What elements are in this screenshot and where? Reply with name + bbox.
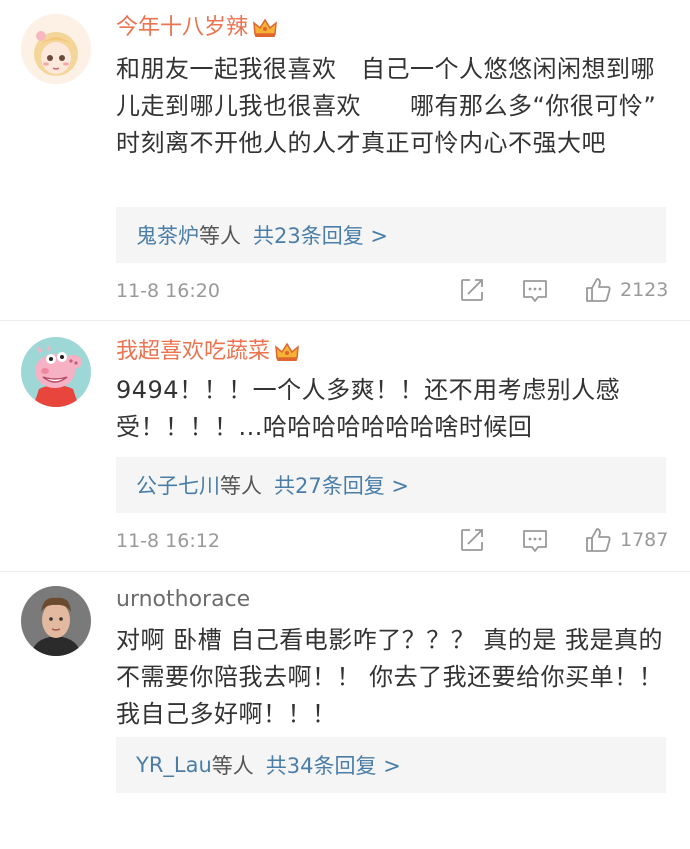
anime-girl-avatar-icon <box>21 14 91 84</box>
username-text[interactable]: urnothorace <box>116 586 250 614</box>
like-button[interactable]: 2123 <box>584 276 668 304</box>
comment-text: 9494！！！一个人多爽！！还不用考虑别人感受！！！！...哈哈哈哈哈哈哈啥时候… <box>116 376 621 441</box>
share-icon[interactable] <box>458 276 486 304</box>
reply-users-suffix: 等人 <box>199 224 241 248</box>
reply-count-link[interactable]: 共34条回复 > <box>266 750 401 780</box>
comment-text: 对啊 卧槽 自己看电影咋了？？？ 真的是 我是真的不需要你陪我去啊！！ 你去了我… <box>116 626 664 728</box>
comment-item: 我超喜欢吃蔬菜 9494！！！一个人多爽！！还不用考虑别人感受！！！！...哈哈… <box>0 321 690 572</box>
thumbs-up-icon[interactable] <box>584 276 612 304</box>
reply-summary[interactable]: YR_Lau 等人 共34条回复 > <box>116 737 666 793</box>
avatar[interactable] <box>21 337 91 407</box>
like-button[interactable]: 1787 <box>584 526 668 554</box>
reply-users-suffix: 等人 <box>220 474 262 498</box>
reply-count-link[interactable]: 共27条回复 > <box>274 470 409 500</box>
thumbs-up-icon[interactable] <box>584 526 612 554</box>
like-count: 2123 <box>620 279 669 301</box>
comment-item: 今年十八岁辣 和朋友一起我很喜欢 自己一个人悠悠闲闲想到哪儿走到哪儿我也很喜欢 … <box>0 0 690 321</box>
reply-summary[interactable]: 公子七川 等人 共27条回复 > <box>116 457 666 513</box>
username[interactable]: urnothorace <box>116 586 250 614</box>
portrait-avatar-icon <box>21 586 91 656</box>
comment-icon[interactable] <box>521 277 549 305</box>
reply-users[interactable]: 鬼茶炉 <box>136 220 199 250</box>
comment-icon[interactable] <box>521 527 549 555</box>
username[interactable]: 今年十八岁辣 <box>116 14 278 42</box>
username[interactable]: 我超喜欢吃蔬菜 <box>116 338 300 366</box>
comment-item: urnothorace 对啊 卧槽 自己看电影咋了？？？ 真的是 我是真的不需要… <box>0 572 690 849</box>
share-icon[interactable] <box>458 526 486 554</box>
reply-users-suffix: 等人 <box>211 754 254 778</box>
comment-footer: 11-8 16:12 1787 <box>116 526 668 556</box>
reply-summary[interactable]: 鬼茶炉 等人 共23条回复 > <box>116 207 666 263</box>
avatar[interactable] <box>21 14 91 84</box>
reply-count-link[interactable]: 共23条回复 > <box>253 220 388 250</box>
like-count: 1787 <box>620 529 669 551</box>
username-text[interactable]: 我超喜欢吃蔬菜 <box>116 338 270 366</box>
avatar[interactable] <box>21 586 91 656</box>
reply-users[interactable]: YR_Lau <box>136 753 212 777</box>
reply-users[interactable]: 公子七川 <box>136 470 220 500</box>
comment-text: 和朋友一起我很喜欢 自己一个人悠悠闲闲想到哪儿走到哪儿我也很喜欢 哪有那么多“你… <box>116 55 681 157</box>
peppa-pig-avatar-icon <box>21 337 91 407</box>
vip-crown-icon <box>275 342 299 361</box>
comment-footer: 11-8 16:20 2123 <box>116 276 668 306</box>
username-text[interactable]: 今年十八岁辣 <box>116 14 248 42</box>
vip-crown-icon <box>253 18 277 37</box>
